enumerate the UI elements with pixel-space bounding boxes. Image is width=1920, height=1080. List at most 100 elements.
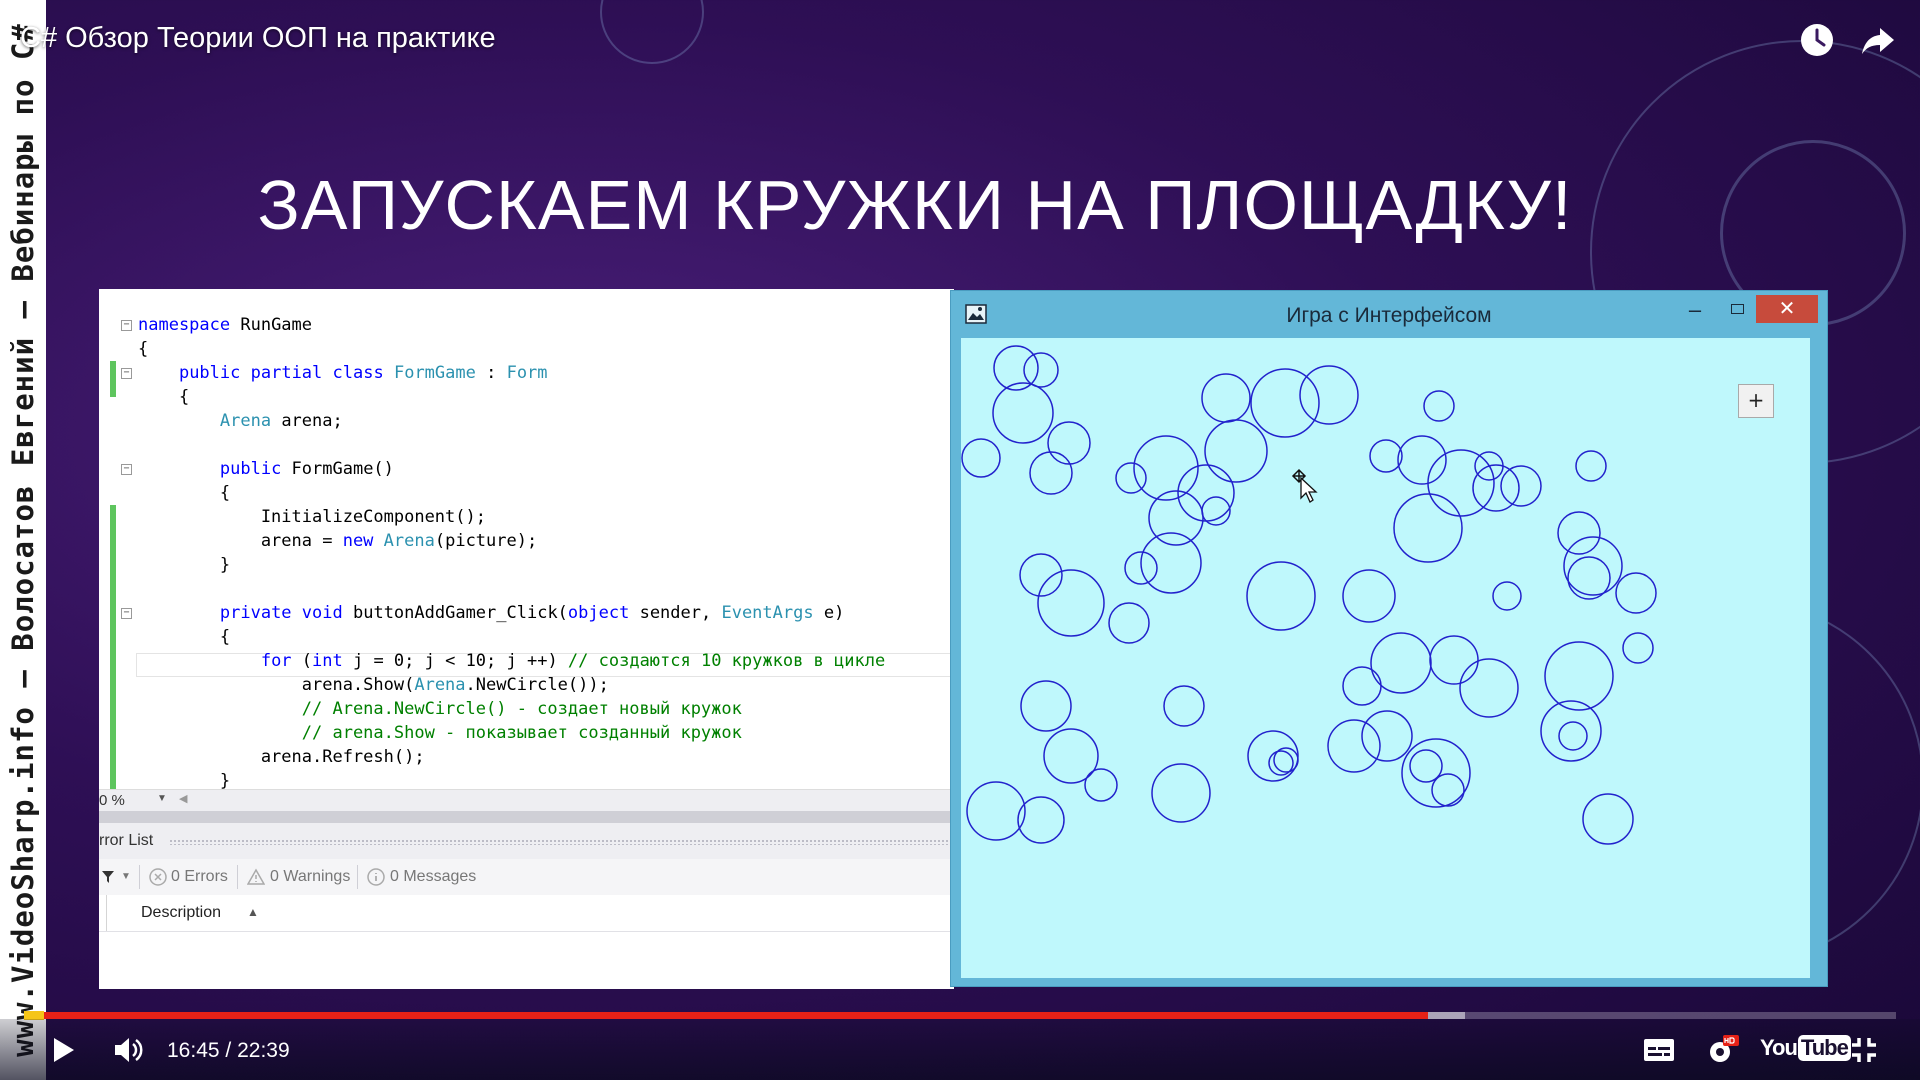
arena-circle — [1108, 602, 1150, 644]
settings-hd-icon[interactable] — [1705, 1033, 1739, 1067]
watermark-strip: www.VideoSharp.info — Волосатов Евгений … — [0, 0, 46, 1080]
arena-circle — [1151, 763, 1211, 823]
code-token: { — [138, 483, 231, 503]
arena-circle — [1023, 352, 1059, 388]
video-progress-bar[interactable] — [24, 1011, 1896, 1020]
code-token: // arena.Show - показывает созданный кру… — [301, 723, 742, 743]
arena-circle — [1393, 493, 1463, 563]
close-button[interactable]: ✕ — [1756, 295, 1818, 323]
add-gamer-button[interactable]: + — [1738, 384, 1774, 418]
error-list-header: rror List — [99, 823, 954, 859]
code-token: for — [260, 651, 292, 671]
filter-icon[interactable] — [101, 870, 115, 884]
arena-circle — [1043, 728, 1099, 784]
arena-canvas[interactable]: + — [961, 338, 1810, 978]
zoom-value[interactable]: 0 % — [99, 792, 125, 809]
window-titlebar[interactable]: Игра с Интерфейсом – ✕ — [951, 291, 1827, 337]
arena-circle — [1204, 419, 1268, 483]
code-token: arena = — [138, 531, 343, 551]
play-icon[interactable] — [46, 1033, 80, 1067]
arena-circle — [1427, 449, 1495, 517]
arena-circle — [1459, 658, 1519, 718]
toolbar-separator — [357, 865, 358, 889]
code-line: Arena arena; — [138, 409, 343, 433]
column-divider — [106, 895, 107, 931]
code-token: // создаются 10 кружков в цикле — [567, 651, 886, 671]
change-indicator — [110, 361, 116, 397]
code-line: arena.Show(Arena.NewCircle()); — [138, 673, 609, 697]
code-token: private — [219, 603, 292, 623]
code-line: } — [138, 769, 230, 789]
arena-circle — [1020, 680, 1072, 732]
fold-toggle[interactable]: − — [121, 320, 132, 331]
code-token: public — [178, 363, 241, 383]
chevron-down-icon[interactable]: ▼ — [121, 871, 131, 882]
maximize-button[interactable] — [1717, 295, 1757, 325]
warnings-filter-button[interactable]: 0 Warnings — [270, 868, 350, 886]
code-token: RunGame — [230, 315, 313, 335]
drag-grip[interactable] — [169, 839, 949, 845]
youtube-logo[interactable]: You Tube — [1760, 1035, 1851, 1061]
code-token: Arena — [219, 411, 272, 431]
subtitles-icon[interactable] — [1642, 1033, 1676, 1067]
fold-toggle[interactable]: − — [121, 608, 132, 619]
code-line: { — [138, 337, 148, 361]
share-icon[interactable] — [1858, 20, 1898, 60]
fold-toggle[interactable]: − — [121, 368, 132, 379]
arena-circle — [1299, 365, 1359, 425]
time-separator: / — [225, 1039, 232, 1062]
arena-circle — [1327, 719, 1381, 773]
arena-circle — [1544, 641, 1614, 711]
arena-circle — [961, 438, 1001, 478]
code-editor[interactable]: − − − − namespace RunGame{ public partia… — [99, 289, 954, 789]
errors-filter-button[interactable]: 0 Errors — [171, 868, 228, 886]
code-token: new — [342, 531, 374, 551]
zoom-bar: 0 % ▼ ◀ — [99, 789, 954, 812]
code-token: arena.Refresh(); — [138, 747, 425, 767]
code-line: public FormGame() — [138, 457, 394, 481]
code-line: } — [138, 553, 230, 577]
arena-circle — [1140, 532, 1202, 594]
code-token: public — [219, 459, 282, 479]
arena-circle — [1369, 439, 1403, 473]
minimize-button[interactable]: – — [1675, 295, 1715, 325]
code-line: { — [138, 625, 230, 649]
scroll-left-icon[interactable]: ◀ — [179, 792, 187, 805]
fold-toggle[interactable]: − — [121, 464, 132, 475]
arena-circle — [1084, 768, 1118, 802]
chevron-down-icon[interactable]: ▼ — [157, 793, 167, 804]
exit-fullscreen-icon[interactable] — [1847, 1033, 1881, 1067]
panel-splitter[interactable] — [99, 811, 954, 823]
decor-ring — [600, 0, 704, 64]
watch-later-icon[interactable] — [1797, 20, 1837, 60]
code-line: // Arena.NewCircle() - создает новый кру… — [138, 697, 742, 721]
arena-circle — [1423, 390, 1455, 422]
code-line: arena.Refresh(); — [138, 745, 425, 769]
arena-circle — [1029, 451, 1073, 495]
code-line: { — [138, 481, 230, 505]
info-icon — [367, 868, 385, 886]
player-controls: 16:45 / 22:39 You Tube — [0, 1019, 1920, 1080]
messages-filter-button[interactable]: 0 Messages — [390, 868, 476, 886]
code-token: { — [138, 387, 190, 407]
arena-circle — [1250, 368, 1320, 438]
code-token: arena; — [271, 411, 343, 431]
progress-played — [24, 1012, 1428, 1019]
code-token: class — [332, 363, 384, 383]
arena-circle — [1557, 511, 1601, 555]
error-list-column-header: Description ▲ — [99, 895, 954, 932]
description-column[interactable]: Description — [141, 904, 221, 922]
code-token: arena.Show( — [138, 675, 415, 695]
code-token: .NewCircle()); — [465, 675, 609, 695]
code-line: arena = new Arena(picture); — [138, 529, 537, 553]
code-token: : — [475, 363, 507, 383]
volume-icon[interactable] — [112, 1033, 146, 1067]
code-token: } — [138, 555, 231, 575]
